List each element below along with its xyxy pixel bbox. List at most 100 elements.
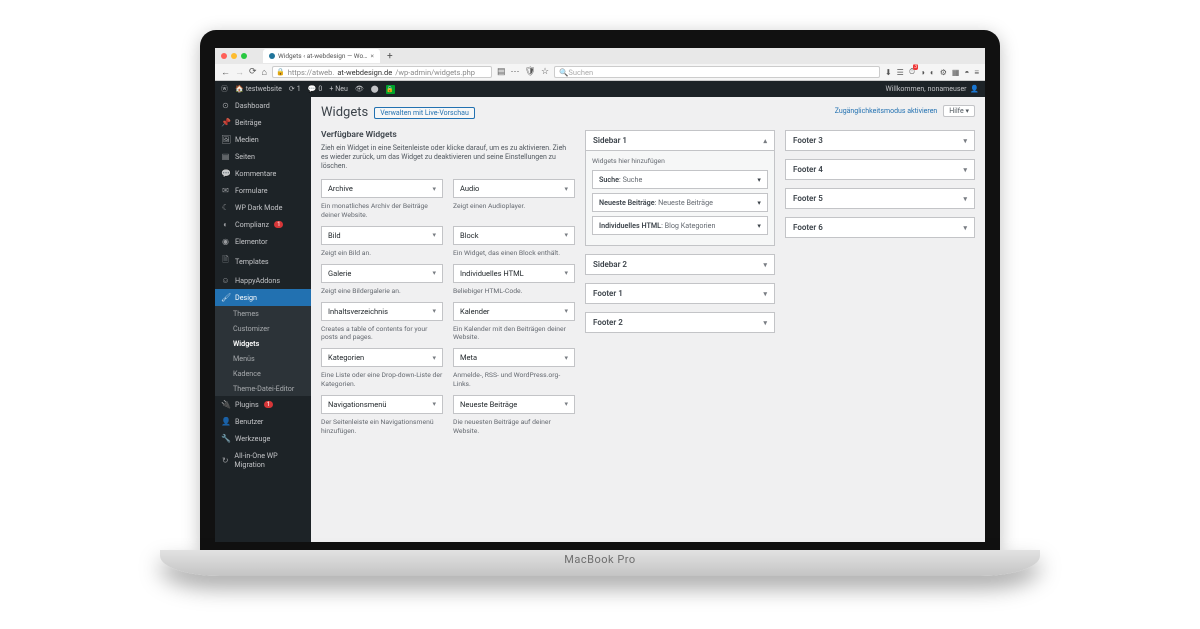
adminbar-lock-icon[interactable]: 🔒 xyxy=(386,85,395,94)
menu-users[interactable]: 👤Benutzer xyxy=(215,413,311,430)
menu-tools[interactable]: 🔧Werkzeuge xyxy=(215,430,311,447)
ext5-icon[interactable]: ◓ xyxy=(964,68,969,77)
tool-icon: 🔧 xyxy=(221,434,230,443)
menu-darkmode[interactable]: ☾WP Dark Mode xyxy=(215,199,311,216)
menu-icon[interactable]: ≡ xyxy=(974,68,979,77)
menu-dashboard[interactable]: ⊙Dashboard xyxy=(215,97,311,114)
menu-plugins[interactable]: 🔌Plugins1 xyxy=(215,396,311,413)
user-icon: 👤 xyxy=(221,417,230,426)
adminbar-new[interactable]: + Neu xyxy=(329,85,348,93)
area-sidebar2-header[interactable]: Sidebar 2▾ xyxy=(586,255,774,274)
more-icon[interactable]: ⋯ xyxy=(511,67,520,77)
widget-item[interactable]: Navigationsmenü▾ xyxy=(321,395,443,414)
menu-aio[interactable]: ↻All-in-One WP Migration xyxy=(215,447,311,473)
widget-item[interactable]: Meta▾ xyxy=(453,348,575,367)
ext3-icon[interactable]: ⚙ xyxy=(940,68,947,77)
help-tab[interactable]: Hilfe ▾ xyxy=(943,105,975,117)
area-footer3-header[interactable]: Footer 3▾ xyxy=(786,131,974,150)
nav-back-icon[interactable]: ← xyxy=(221,67,230,78)
submenu-kadence[interactable]: Kadence xyxy=(215,366,311,381)
happy-icon: ☺ xyxy=(221,276,230,285)
menu-posts[interactable]: 📌Beiträge xyxy=(215,114,311,131)
widget-item[interactable]: Kategorien▾ xyxy=(321,348,443,367)
bookmark-icon[interactable]: ☰ xyxy=(897,68,904,77)
widget-item[interactable]: Individuelles HTML▾ xyxy=(453,264,575,283)
traffic-close-icon[interactable] xyxy=(221,53,227,59)
traffic-max-icon[interactable] xyxy=(241,53,247,59)
adminbar-ext1-icon[interactable]: 👁 xyxy=(355,85,364,93)
menu-forms[interactable]: ✉Formulare xyxy=(215,182,311,199)
adminbar-comments[interactable]: 💬 0 xyxy=(308,85,323,93)
placed-widget[interactable]: Individuelles HTML: Blog Kategorien▾ xyxy=(592,216,768,235)
search-icon: 🔍 xyxy=(559,68,568,77)
menu-elementor[interactable]: ◉Elementor xyxy=(215,233,311,250)
alarm-icon[interactable]: ⏱3 xyxy=(909,67,915,77)
submenu-editor[interactable]: Theme-Datei-Editor xyxy=(215,381,311,396)
menu-happy[interactable]: ☺HappyAddons xyxy=(215,272,311,289)
chevron-down-icon: ▾ xyxy=(763,261,767,269)
download-icon[interactable]: ⬇ xyxy=(885,68,892,77)
widget-desc: Eine Liste oder eine Drop-down-Liste der… xyxy=(321,371,443,389)
templates-icon: 🗎 xyxy=(221,254,230,268)
chevron-down-icon: ▾ xyxy=(432,354,436,362)
submenu-widgets[interactable]: Widgets xyxy=(215,336,311,351)
url-input[interactable]: 🔒 https://atweb.at-webdesign.de/wp-admin… xyxy=(272,66,492,78)
adminbar-ext2-icon[interactable]: ⬤ xyxy=(371,85,379,93)
adminbar-updates[interactable]: ⟳ 1 xyxy=(289,85,301,93)
menu-design[interactable]: 🖌Design xyxy=(215,289,311,306)
widget-item[interactable]: Bild▾ xyxy=(321,226,443,245)
area-footer2-header[interactable]: Footer 2▾ xyxy=(586,313,774,332)
comment-icon: 💬 xyxy=(221,169,230,178)
area-footer1-header[interactable]: Footer 1▾ xyxy=(586,284,774,303)
adminbar-site[interactable]: 🏠 testwebsite xyxy=(235,85,282,93)
live-preview-button[interactable]: Verwalten mit Live-Vorschau xyxy=(374,107,475,119)
nav-home-icon[interactable]: ⌂ xyxy=(262,67,267,78)
widget-item[interactable]: Neueste Beiträge▾ xyxy=(453,395,575,414)
new-tab-icon[interactable]: + xyxy=(384,51,396,62)
area-footer5-header[interactable]: Footer 5▾ xyxy=(786,189,974,208)
widget-item[interactable]: Block▾ xyxy=(453,226,575,245)
widget-item[interactable]: Archive▾ xyxy=(321,179,443,198)
placed-widget[interactable]: Suche: Suche▾ xyxy=(592,170,768,189)
ext4-icon[interactable]: ▦ xyxy=(952,68,960,77)
menu-media[interactable]: 🖼Medien xyxy=(215,131,311,148)
widget-item[interactable]: Audio▾ xyxy=(453,179,575,198)
search-input[interactable]: 🔍 Suchen xyxy=(554,66,880,78)
chevron-down-icon: ▾ xyxy=(432,400,436,408)
nav-fwd-icon: → xyxy=(235,67,244,78)
widget-desc: Zeigt eine Bildergalerie an. xyxy=(321,287,443,296)
menu-comments[interactable]: 💬Kommentare xyxy=(215,165,311,182)
adminbar-account[interactable]: Willkommen, nonameuser 👤 xyxy=(886,85,979,93)
menu-complianz[interactable]: ◐Complianz1 xyxy=(215,216,311,233)
moon-icon: ☾ xyxy=(221,203,230,212)
widget-item[interactable]: Inhaltsverzeichnis▾ xyxy=(321,302,443,321)
star-icon[interactable]: ☆ xyxy=(541,67,549,77)
reader-icon[interactable]: ▤ xyxy=(497,67,506,77)
browser-toolbar: ← → ⟳ ⌂ 🔒 https://atweb.at-webdesign.de/… xyxy=(215,64,985,81)
widget-item[interactable]: Galerie▾ xyxy=(321,264,443,283)
laptop-frame: Widgets ‹ at-webdesign — Wo… × + ← → ⟳ ⌂… xyxy=(160,30,1040,590)
menu-templates[interactable]: 🗎Templates xyxy=(215,250,311,272)
menu-pages[interactable]: ▤Seiten xyxy=(215,148,311,165)
shield-icon[interactable]: 🛡 xyxy=(525,67,536,77)
ext2-icon[interactable]: ◐ xyxy=(930,68,935,77)
area-footer6-header[interactable]: Footer 6▾ xyxy=(786,218,974,237)
submenu-themes[interactable]: Themes xyxy=(215,306,311,321)
traffic-min-icon[interactable] xyxy=(231,53,237,59)
widget-item[interactable]: Kalender▾ xyxy=(453,302,575,321)
tab-close-icon[interactable]: × xyxy=(371,52,374,60)
submenu-menus[interactable]: Menüs xyxy=(215,351,311,366)
browser-tab[interactable]: Widgets ‹ at-webdesign — Wo… × xyxy=(263,49,380,63)
area-footer4-header[interactable]: Footer 4▾ xyxy=(786,160,974,179)
nav-reload-icon[interactable]: ⟳ xyxy=(249,67,257,77)
area-sidebar1-header[interactable]: Sidebar 1▴ xyxy=(586,131,774,151)
ext1-icon[interactable]: ◑ xyxy=(920,68,925,77)
admin-sidebar: ⊙Dashboard 📌Beiträge 🖼Medien ▤Seiten 💬Ko… xyxy=(215,97,311,542)
browser-tabstrip: Widgets ‹ at-webdesign — Wo… × + xyxy=(215,48,985,64)
chevron-down-icon: ▾ xyxy=(432,307,436,315)
chevron-down-icon: ▾ xyxy=(432,185,436,193)
a11y-mode-link[interactable]: Zugänglichkeitsmodus aktivieren xyxy=(835,107,938,115)
submenu-customizer[interactable]: Customizer xyxy=(215,321,311,336)
placed-widget[interactable]: Neueste Beiträge: Neueste Beiträge▾ xyxy=(592,193,768,212)
wp-logo-icon[interactable]: ⓦ xyxy=(221,84,228,94)
